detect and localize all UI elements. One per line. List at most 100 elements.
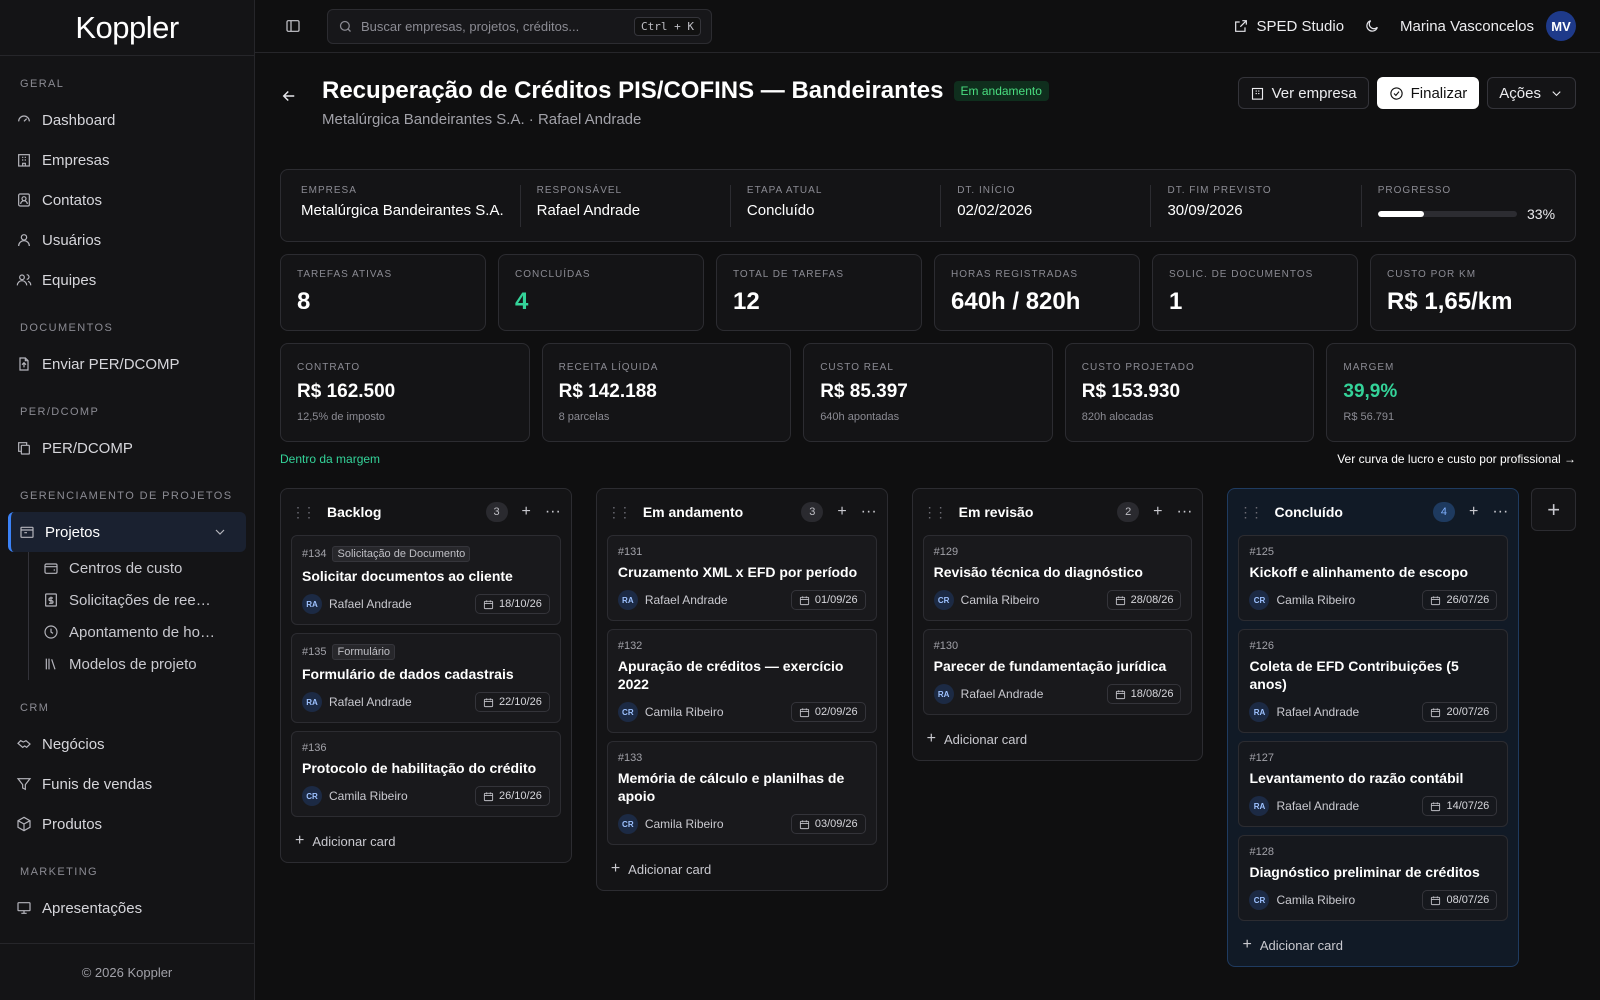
profit-curve-link[interactable]: Ver curva de lucro e custo por profissio… <box>1337 452 1576 466</box>
chevron-down-icon[interactable] <box>212 524 228 540</box>
progress-value: 33% <box>1527 205 1556 222</box>
sidebar-item-produtos[interactable]: Produtos <box>0 804 254 844</box>
due-date-text: 20/07/26 <box>1446 706 1490 718</box>
search-input[interactable]: Buscar empresas, projetos, créditos... Ct… <box>327 8 712 44</box>
drag-handle-icon[interactable]: ⋮⋮ <box>291 504 316 521</box>
more-options-icon[interactable]: ··· <box>545 503 561 521</box>
sidebar-item-dashboard[interactable]: Dashboard <box>0 100 254 140</box>
task-card[interactable]: #130 Parecer de fundamentação jurídica RA R… <box>922 629 1193 715</box>
sidebar-item-perdcomp[interactable]: PER/DCOMP <box>0 428 254 468</box>
calendar-icon <box>1431 707 1441 717</box>
sidebar-item-label: Centros de custo <box>69 559 183 577</box>
team-icon <box>16 274 32 286</box>
add-card-button[interactable]: + Adicionar card <box>607 853 877 882</box>
sidebar: Koppler GERAL Dashboard Empresas Contato… <box>0 0 255 1000</box>
add-card-label: Adicionar card <box>944 731 1028 747</box>
more-options-icon[interactable]: ··· <box>861 503 877 521</box>
task-card[interactable]: #127 Levantamento do razão contábil RA Rafa… <box>1238 741 1509 827</box>
task-card[interactable]: #136 Protocolo de habilitação do crédito C… <box>291 731 561 817</box>
task-card[interactable]: #128 Diagnóstico preliminar de créditos CR… <box>1238 835 1509 921</box>
sidebar-item-usuarios[interactable]: Usuários <box>0 220 254 260</box>
sidebar-item-label: Contatos <box>42 191 103 209</box>
nav-section-title: GERENCIAMENTO DE PROJETOS <box>20 490 233 502</box>
sidebar-item-label: Modelos de projeto <box>69 655 197 673</box>
kanban-column: ⋮⋮ Backlog 3 + ··· #134 Solicitação de Documen… <box>280 488 572 863</box>
info-value: Concluído <box>746 201 815 219</box>
sidebar-item-projetos[interactable]: Projetos <box>8 512 246 552</box>
stat-label: TAREFAS ATIVAS <box>297 269 393 280</box>
task-card[interactable]: #132 Apuração de créditos — exercício 202… <box>606 629 877 733</box>
app-logo[interactable]: Koppler <box>0 0 254 56</box>
add-card-icon[interactable]: + <box>837 503 846 521</box>
finance-value: R$ 162.500 <box>297 381 396 402</box>
library-icon <box>45 658 56 670</box>
sidebar-item-empresas[interactable]: Empresas <box>0 140 254 180</box>
sped-studio-link[interactable]: SPED Studio <box>1233 18 1344 35</box>
chevron-down-icon <box>1552 90 1561 96</box>
info-label: PROGRESSO <box>1377 184 1452 196</box>
sidebar-item-label: Funis de vendas <box>42 775 153 793</box>
sidebar-item-enviar-perdcomp[interactable]: Enviar PER/DCOMP <box>0 344 254 384</box>
finance-note: R$ 56.791 <box>1343 411 1395 423</box>
sidebar-item-contatos[interactable]: Contatos <box>0 180 254 220</box>
drag-handle-icon[interactable]: ⋮⋮ <box>923 504 948 521</box>
kanban-column: ⋮⋮ Concluído 4 + ··· #125 Kickoff e alinhament… <box>1227 488 1520 967</box>
sidebar-item-apresentacoes[interactable]: Apresentações <box>0 888 254 928</box>
finish-button[interactable]: Finalizar <box>1376 77 1480 109</box>
stat-card: CONCLUÍDAS 4 <box>498 254 704 331</box>
user-menu[interactable]: Marina Vasconcelos MV <box>1400 11 1576 41</box>
sidebar-item-label: Empresas <box>42 151 110 169</box>
add-card-button[interactable]: + Adicionar card <box>923 723 1193 752</box>
card-title: Memória de cálculo e planilhas de apoio <box>617 770 845 804</box>
card-number: #127 <box>1249 752 1274 764</box>
assignee-avatar: RA <box>933 684 954 704</box>
task-card[interactable]: #126 Coleta de EFD Contribuições (5 anos)… <box>1238 629 1509 733</box>
calendar-icon <box>1431 801 1441 811</box>
column-title: Backlog <box>327 504 382 520</box>
handshake-icon <box>17 739 31 749</box>
toggle-sidebar-button[interactable] <box>279 12 307 40</box>
add-card-icon[interactable]: + <box>1469 503 1478 521</box>
task-card[interactable]: #129 Revisão técnica do diagnóstico CR Cami… <box>922 535 1193 621</box>
due-date: 26/10/26 <box>475 786 550 806</box>
stat-label: CONCLUÍDAS <box>515 269 591 280</box>
card-number: #128 <box>1249 846 1274 858</box>
calendar-icon <box>799 819 809 829</box>
receipt-dollar-icon <box>45 593 57 607</box>
task-card[interactable]: #135 Formulário Formulário de dados cadast… <box>291 633 561 723</box>
drag-handle-icon[interactable]: ⋮⋮ <box>607 504 632 521</box>
sidebar-item-equipes[interactable]: Equipes <box>0 260 254 300</box>
info-value: 30/09/2026 <box>1167 201 1243 219</box>
info-empresa: EMPRESA Metalúrgica Bandeirantes S.A. <box>301 184 521 227</box>
finance-note: 820h alocadas <box>1081 411 1154 423</box>
back-button[interactable] <box>280 87 306 108</box>
avatar: MV <box>1546 11 1576 41</box>
task-card[interactable]: #125 Kickoff e alinhamento de escopo CR Cam… <box>1238 535 1509 621</box>
more-options-icon[interactable]: ··· <box>1177 503 1193 521</box>
add-card-icon[interactable]: + <box>1153 503 1162 521</box>
sidebar-item-funis[interactable]: Funis de vendas <box>0 764 254 804</box>
add-card-button[interactable]: + Adicionar card <box>291 825 561 854</box>
task-card[interactable]: #133 Memória de cálculo e planilhas de ap… <box>606 741 877 845</box>
sidebar-item-label: Dashboard <box>42 111 116 129</box>
clock-icon <box>44 625 58 639</box>
add-column-button[interactable]: + <box>1531 488 1576 531</box>
page-subtitle: Metalúrgica Bandeirantes S.A. · Rafael A… <box>322 111 642 128</box>
drag-handle-icon[interactable]: ⋮⋮ <box>1238 504 1263 521</box>
assignee-name: Camila Ribeiro <box>1276 593 1356 607</box>
project-info-bar: EMPRESA Metalúrgica Bandeirantes S.A. RES… <box>280 169 1576 242</box>
sidebar-item-negocios[interactable]: Negócios <box>0 724 254 764</box>
actions-dropdown[interactable]: Ações <box>1487 77 1576 109</box>
add-card-button[interactable]: + Adicionar card <box>1238 929 1508 958</box>
add-card-icon[interactable]: + <box>522 503 531 521</box>
moon-icon[interactable] <box>1364 18 1380 34</box>
sidebar-item-modelos[interactable]: Modelos de projeto <box>39 648 254 680</box>
card-tag: Formulário <box>332 644 396 660</box>
task-card[interactable]: #131 Cruzamento XML x EFD por período RA Ra… <box>606 535 877 621</box>
more-options-icon[interactable]: ··· <box>1492 503 1508 521</box>
sidebar-item-apontamento[interactable]: Apontamento de horas <box>39 616 254 648</box>
view-company-button[interactable]: Ver empresa <box>1237 77 1369 109</box>
sidebar-item-reembolso[interactable]: Solicitações de reembolso <box>39 584 254 616</box>
task-card[interactable]: #134 Solicitação de Documento Solicitar do… <box>291 535 561 625</box>
sidebar-item-centros-custo[interactable]: Centros de custo <box>39 552 254 584</box>
